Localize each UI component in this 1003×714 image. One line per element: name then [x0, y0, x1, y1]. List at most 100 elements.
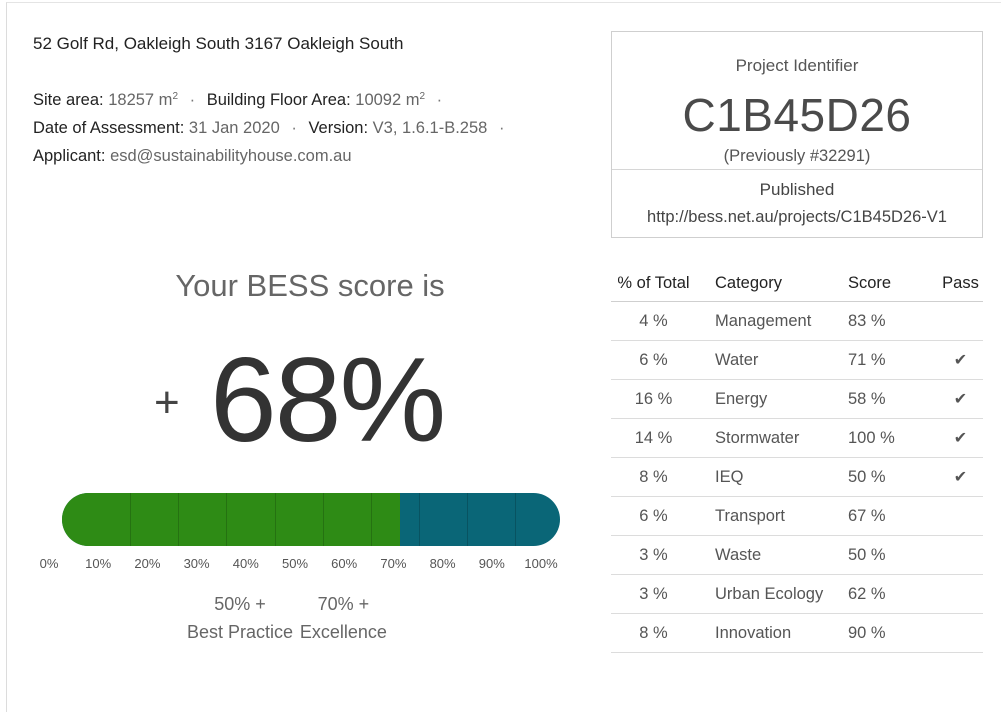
- row-pct: 14 %: [611, 418, 696, 458]
- project-identifier-label: Project Identifier: [735, 56, 859, 75]
- row-score: 71 %: [848, 340, 938, 380]
- row-pass: [938, 613, 983, 653]
- site-address: 52 Golf Rd, Oakleigh South 3167 Oakleigh…: [33, 34, 404, 53]
- project-identifier-card: Project Identifier C1B45D26 (Previously …: [611, 31, 983, 238]
- threshold-marker: 50% + Best Practice: [187, 590, 293, 646]
- row-score: 50 %: [848, 535, 938, 575]
- date-value: 31 Jan 2020: [188, 119, 280, 137]
- tick-label: 50%: [281, 556, 309, 571]
- meta-line-3: Applicant: esd@sustainabilityhouse.com.a…: [33, 142, 511, 170]
- site-area-value: 18257 m2: [108, 91, 178, 109]
- table-header-row: % of Total Category Score Pass: [611, 265, 983, 302]
- publish-status: Published: [759, 180, 835, 199]
- bar-tick: [467, 493, 469, 546]
- row-score: 62 %: [848, 574, 938, 614]
- row-category: Management: [696, 301, 848, 341]
- col-header-pass: Pass: [938, 265, 983, 302]
- bar-tick: [515, 493, 517, 546]
- meta-line-1: Site area: 18257 m2 · Building Floor Are…: [33, 86, 511, 114]
- threshold-label: Best Practice: [186, 622, 294, 642]
- row-category: Innovation: [696, 613, 848, 653]
- separator: ·: [189, 91, 196, 109]
- row-category: Urban Ecology: [696, 574, 848, 614]
- score-title: Your BESS score is: [175, 268, 445, 303]
- row-pct: 8 %: [611, 613, 696, 653]
- row-category: Transport: [696, 496, 848, 536]
- row-score: 50 %: [848, 457, 938, 497]
- row-pass: [938, 496, 983, 536]
- row-pct: 8 %: [611, 457, 696, 497]
- pass-check-icon: ✔: [938, 457, 983, 497]
- table-row: 3 % Urban Ecology 62 %: [611, 574, 983, 614]
- tick-label: 80%: [429, 556, 456, 571]
- applicant-label: Applicant:: [33, 147, 106, 165]
- applicant-value: esd@sustainabilityhouse.com.au: [110, 147, 352, 165]
- table-row: 8 % IEQ 50 % ✔: [611, 457, 983, 497]
- threshold-marker: 70% + Excellence: [300, 590, 387, 646]
- separator: ·: [291, 119, 297, 137]
- tick-label: 60%: [331, 556, 358, 571]
- bar-tick: [370, 493, 372, 546]
- bar-tick: [226, 493, 228, 546]
- row-pct: 6 %: [611, 340, 696, 380]
- row-pct: 3 %: [611, 535, 696, 575]
- row-pass: [938, 574, 983, 614]
- category-score-table: % of Total Category Score Pass 4 % Manage…: [611, 265, 983, 653]
- row-score: 83 %: [848, 301, 938, 341]
- previous-identifier: (Previously #32291): [723, 147, 871, 165]
- bar-tick: [419, 493, 421, 546]
- table-row: 6 % Transport 67 %: [611, 496, 983, 536]
- score-progress-fill: [62, 493, 400, 546]
- pass-check-icon: ✔: [938, 418, 983, 458]
- score-sign: +: [154, 378, 180, 427]
- row-category: Energy: [696, 379, 848, 419]
- project-url-link[interactable]: http://bess.net.au/projects/C1B45D26-V1: [612, 208, 982, 227]
- row-pct: 16 %: [611, 379, 696, 419]
- row-score: 100 %: [848, 418, 938, 458]
- row-pct: 4 %: [611, 301, 696, 341]
- row-category: Waste: [696, 535, 848, 575]
- row-pass: [938, 301, 983, 341]
- meta-line-2: Date of Assessment: 31 Jan 2020 · Versio…: [33, 114, 511, 142]
- tick-label: 40%: [232, 556, 259, 571]
- threshold-percent: 50% +: [214, 594, 266, 614]
- site-area-label: Site area:: [33, 91, 104, 109]
- row-score: 67 %: [848, 496, 938, 536]
- row-pct: 3 %: [611, 574, 696, 614]
- tick-label: 10%: [85, 556, 112, 571]
- tick-label: 100%: [524, 556, 558, 571]
- table-row: 6 % Water 71 % ✔: [611, 340, 983, 380]
- tick-label: 70%: [380, 556, 407, 571]
- tick-label: 20%: [134, 556, 161, 571]
- pass-check-icon: ✔: [938, 340, 983, 380]
- separator: ·: [498, 119, 505, 137]
- table-row: 14 % Stormwater 100 % ✔: [611, 418, 983, 458]
- project-meta: Site area: 18257 m2 · Building Floor Are…: [33, 86, 511, 170]
- score-value: 68%: [210, 333, 446, 467]
- score-progress-bar: [62, 493, 560, 546]
- table-row: 4 % Management 83 %: [611, 301, 983, 341]
- bar-tick: [322, 493, 324, 546]
- row-category: Water: [696, 340, 848, 380]
- row-pct: 6 %: [611, 496, 696, 536]
- threshold-label: Excellence: [299, 622, 387, 642]
- bar-tick: [274, 493, 276, 546]
- col-header-score: Score: [848, 265, 938, 302]
- version-value: V3, 1.6.1-B.258: [372, 119, 488, 137]
- row-category: IEQ: [696, 457, 848, 497]
- tick-label: 0%: [39, 556, 59, 571]
- table-row: 3 % Waste 50 %: [611, 535, 983, 575]
- threshold-percent: 70% +: [317, 594, 370, 614]
- row-score: 90 %: [848, 613, 938, 653]
- row-score: 58 %: [848, 379, 938, 419]
- col-header-pct: % of Total: [611, 265, 696, 302]
- separator: ·: [436, 91, 443, 109]
- col-header-category: Category: [696, 265, 848, 302]
- card-divider: [612, 169, 982, 170]
- floor-area-label: Building Floor Area:: [206, 91, 351, 109]
- table-row: 16 % Energy 58 % ✔: [611, 379, 983, 419]
- bar-tick: [178, 493, 180, 546]
- row-pass: [938, 535, 983, 575]
- row-category: Stormwater: [696, 418, 848, 458]
- tick-label: 90%: [478, 556, 505, 571]
